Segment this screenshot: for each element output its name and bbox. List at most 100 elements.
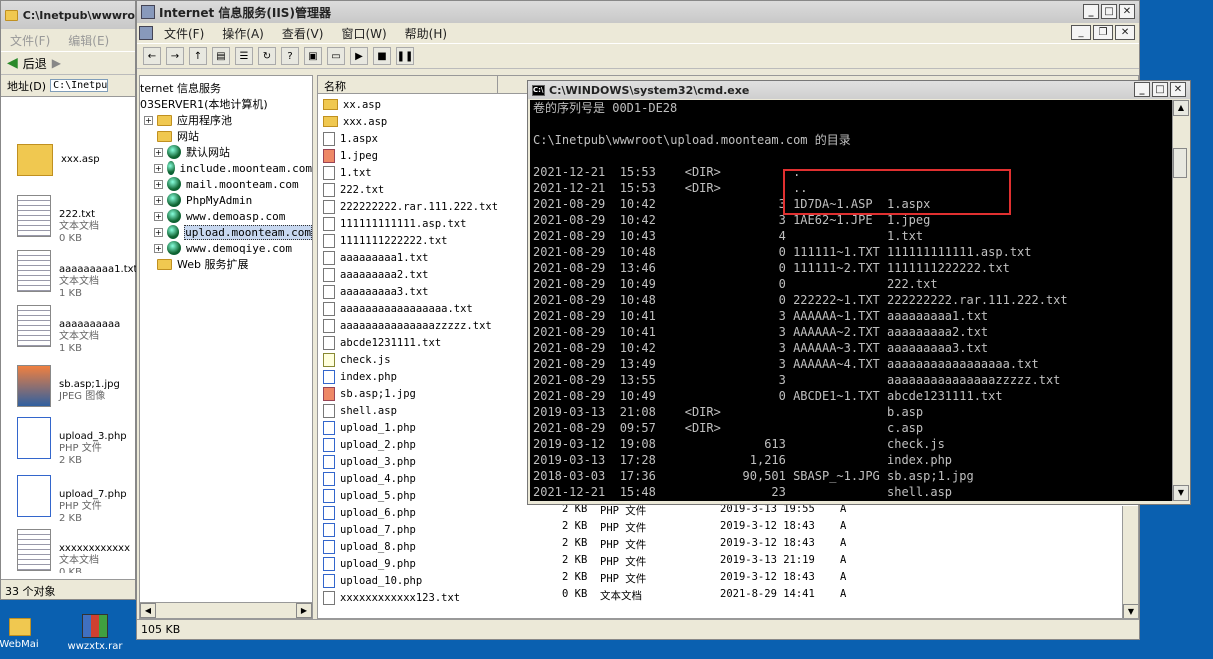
list-vscroll[interactable]: ▼ (1122, 506, 1138, 618)
explorer-item[interactable]: aaaaaaaaa1.txt 文本文档 1 KB (17, 250, 137, 300)
file-row[interactable]: 1.aspx (323, 130, 496, 147)
file-row[interactable]: upload_8.php (323, 538, 496, 555)
expand-icon[interactable]: + (154, 147, 163, 157)
stop-icon[interactable]: ■ (373, 47, 391, 65)
refresh-icon[interactable]: ↻ (258, 47, 276, 65)
pause-icon[interactable]: ❚❚ (396, 47, 414, 65)
file-row[interactable]: upload_7.php (323, 521, 496, 538)
tree-node[interactable]: 网站 (140, 128, 312, 144)
help-icon[interactable]: ? (281, 47, 299, 65)
cmd-minimize-icon[interactable]: _ (1134, 82, 1150, 97)
tree-node[interactable]: ternet 信息服务 (140, 80, 312, 96)
file-row[interactable]: abcde1231111.txt (323, 334, 496, 351)
menu-action[interactable]: 操作(A) (213, 25, 273, 42)
cmd-titlebar[interactable]: C:\ C:\WINDOWS\system32\cmd.exe _ □ ✕ (528, 81, 1190, 99)
explorer-item[interactable]: 222.txt 文本文档 0 KB (17, 195, 99, 245)
scroll-left-icon[interactable]: ◀ (140, 603, 156, 618)
file-row[interactable]: upload_4.php (323, 470, 496, 487)
scroll-right-icon[interactable]: ▶ (296, 603, 312, 618)
file-row[interactable]: aaaaaaaaa2.txt (323, 266, 496, 283)
scroll-down-icon[interactable]: ▼ (1173, 485, 1189, 501)
tree-node[interactable]: + www.demoasp.com (140, 208, 312, 224)
file-row[interactable]: 1.jpeg (323, 147, 496, 164)
play-icon[interactable]: ▶ (350, 47, 368, 65)
tree-node[interactable]: Web 服务扩展 (140, 256, 312, 272)
file-row[interactable]: aaaaaaaaaaaaaaaaa.txt (323, 300, 496, 317)
scroll-thumb[interactable] (1173, 148, 1187, 178)
desktop-icon-webmail[interactable]: WebMai (0, 618, 42, 650)
computer-icon[interactable]: ▭ (327, 47, 345, 65)
file-row[interactable]: aaaaaaaaaaaaaaazzzzz.txt (323, 317, 496, 334)
file-row[interactable]: aaaaaaaaa3.txt (323, 283, 496, 300)
tree-node[interactable]: + www.demoqiye.com (140, 240, 312, 256)
tree-node[interactable]: + PhpMyAdmin (140, 192, 312, 208)
file-row[interactable]: aaaaaaaaa1.txt (323, 249, 496, 266)
expand-icon[interactable]: + (154, 163, 163, 173)
file-row[interactable]: upload_6.php (323, 504, 496, 521)
expand-icon[interactable]: + (154, 195, 163, 205)
forward-icon[interactable]: → (166, 47, 184, 65)
up-folder-icon[interactable]: ↑ (189, 47, 207, 65)
menu-file[interactable]: 文件(F) (1, 32, 59, 49)
tree-node[interactable]: + upload.moonteam.com (140, 224, 312, 240)
properties-icon[interactable]: ☰ (235, 47, 253, 65)
explorer-item[interactable]: xxxxxxxxxxxx 文本文档 0 KB (17, 529, 130, 573)
file-row[interactable]: upload_10.php (323, 572, 496, 589)
file-row[interactable]: 111111111111.asp.txt (323, 215, 496, 232)
file-row[interactable]: upload_9.php (323, 555, 496, 572)
column-name-header[interactable]: 名称 (318, 76, 498, 93)
file-row[interactable]: 222.txt (323, 181, 496, 198)
tree-node[interactable]: 03SERVER1(本地计算机) (140, 96, 312, 112)
close-icon[interactable]: ✕ (1119, 4, 1135, 19)
cmd-close-icon[interactable]: ✕ (1170, 82, 1186, 97)
iis-titlebar[interactable]: Internet 信息服务(IIS)管理器 _ □ ✕ (137, 1, 1139, 23)
tree-hscroll[interactable]: ◀ ▶ (140, 602, 312, 618)
tree-node[interactable]: + include.moonteam.com (140, 160, 312, 176)
back-icon[interactable]: ← (143, 47, 161, 65)
child-minimize-icon[interactable]: _ (1071, 25, 1091, 40)
tree-node[interactable]: + 默认网站 (140, 144, 312, 160)
file-row[interactable]: 222222222.rar.111.222.txt (323, 198, 498, 215)
desktop-icon-rar[interactable]: wwzxtx.rar (62, 614, 128, 652)
explorer-titlebar[interactable]: C:\Inetpub\wwwro (1, 1, 135, 29)
explorer-item[interactable]: upload_3.php PHP 文件 2 KB (17, 417, 127, 467)
file-row[interactable]: xxx.asp (323, 113, 496, 130)
menu-view[interactable]: 查看(V) (273, 25, 333, 42)
file-row[interactable]: sb.asp;1.jpg (323, 385, 496, 402)
file-row[interactable]: 1111111222222.txt (323, 232, 496, 249)
minimize-icon[interactable]: _ (1083, 4, 1099, 19)
menu-file[interactable]: 文件(F) (155, 25, 213, 42)
file-row[interactable]: index.php (323, 368, 496, 385)
file-row[interactable]: upload_2.php (323, 436, 496, 453)
back-arrow-icon[interactable]: ◀ (7, 55, 18, 71)
maximize-icon[interactable]: □ (1101, 4, 1117, 19)
file-row[interactable]: upload_5.php (323, 487, 496, 504)
file-row[interactable]: 1.txt (323, 164, 496, 181)
file-row[interactable]: upload_3.php (323, 453, 496, 470)
show-tree-icon[interactable]: ▤ (212, 47, 230, 65)
export-icon[interactable]: ▣ (304, 47, 322, 65)
child-close-icon[interactable]: ✕ (1115, 25, 1135, 40)
file-row[interactable]: check.js (323, 351, 496, 368)
expand-icon[interactable]: + (154, 243, 163, 253)
menu-help[interactable]: 帮助(H) (396, 25, 456, 42)
explorer-item[interactable]: upload_7.php PHP 文件 2 KB (17, 475, 127, 525)
explorer-item[interactable]: xxx.asp (17, 140, 100, 176)
explorer-item[interactable]: sb.asp;1.jpg JPEG 图像 (17, 365, 120, 407)
expand-icon[interactable]: + (154, 211, 163, 221)
child-restore-icon[interactable]: ❐ (1093, 25, 1113, 40)
expand-icon[interactable]: + (154, 227, 163, 237)
forward-arrow-icon[interactable]: ▶ (52, 56, 61, 70)
tree-node[interactable]: + 应用程序池 (140, 112, 312, 128)
back-button[interactable]: 后退 (23, 55, 47, 72)
expand-icon[interactable]: + (154, 179, 163, 189)
file-row[interactable]: shell.asp (323, 402, 496, 419)
scroll-up-icon[interactable]: ▲ (1173, 100, 1189, 116)
file-row[interactable]: xx.asp (323, 96, 496, 113)
menu-edit[interactable]: 编辑(E) (59, 32, 118, 49)
expand-icon[interactable]: + (144, 115, 153, 125)
file-row[interactable]: xxxxxxxxxxxx123.txt (323, 589, 496, 606)
scroll-down-icon[interactable]: ▼ (1123, 604, 1138, 618)
explorer-item[interactable]: aaaaaaaaaa 文本文档 1 KB (17, 305, 120, 355)
tree-node[interactable]: + mail.moonteam.com (140, 176, 312, 192)
